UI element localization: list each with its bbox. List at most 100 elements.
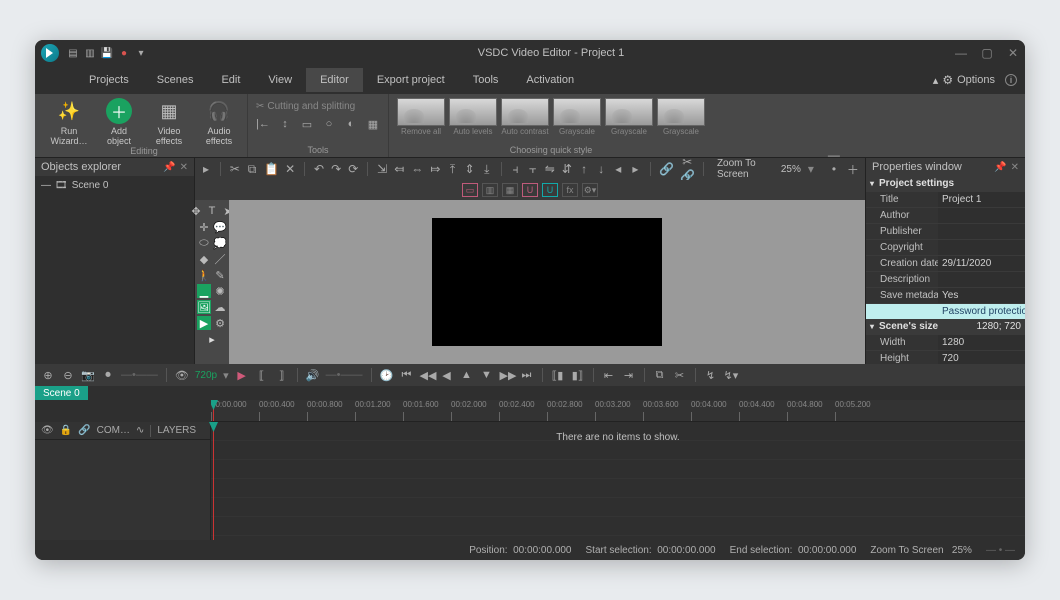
tl-split-icon[interactable]: ✂ bbox=[673, 369, 687, 382]
prop-row[interactable]: Save metadataYes bbox=[866, 287, 1025, 303]
menu-scenes[interactable]: Scenes bbox=[143, 68, 208, 92]
mode-fx-icon[interactable]: fx bbox=[562, 183, 578, 197]
resolution-badge[interactable]: 720p bbox=[195, 370, 217, 381]
tl-bracket1-icon[interactable]: ⟦ bbox=[255, 369, 269, 382]
tl-com-col[interactable]: COM… bbox=[97, 425, 130, 436]
tl-back-icon[interactable]: ◀ bbox=[440, 369, 454, 382]
panel-close-icon[interactable]: ✕ bbox=[180, 162, 188, 173]
line-tool-icon[interactable]: ／ bbox=[213, 252, 227, 266]
align-left-icon[interactable]: ⤆ bbox=[394, 162, 404, 176]
burst-tool-icon[interactable]: ✺ bbox=[213, 284, 227, 298]
maximize-button[interactable]: ▢ bbox=[981, 46, 993, 60]
tl-skipb-icon[interactable]: ⇤ bbox=[602, 369, 616, 382]
align-center-v-icon[interactable]: ⇕ bbox=[465, 162, 475, 176]
preview-canvas[interactable] bbox=[229, 200, 865, 364]
delete-icon[interactable]: ✕ bbox=[285, 162, 295, 176]
qa-dropdown-icon[interactable]: ▾ bbox=[135, 47, 147, 59]
menu-editor[interactable]: Editor bbox=[306, 68, 363, 92]
tl-skipf-icon[interactable]: ⇥ bbox=[622, 369, 636, 382]
collapse-ribbon-icon[interactable]: ▴ bbox=[933, 74, 939, 87]
hflip-icon[interactable]: ⇋ bbox=[545, 162, 555, 176]
tooltip-tool-icon[interactable]: 💬 bbox=[213, 220, 227, 234]
pin-icon[interactable]: 📌 bbox=[163, 162, 175, 173]
add-small-icon[interactable]: ＋ bbox=[847, 161, 859, 178]
move-down-icon[interactable]: ↓ bbox=[596, 162, 606, 176]
menu-projects[interactable]: Projects bbox=[75, 68, 143, 92]
tl-up-icon[interactable]: ▲ bbox=[460, 369, 474, 381]
tl-mark1-icon[interactable]: ⟦▮ bbox=[551, 369, 565, 382]
qa-record-icon[interactable]: ● bbox=[118, 47, 130, 59]
pen-tool-icon[interactable]: ✎ bbox=[213, 268, 227, 282]
tl-first-icon[interactable]: ⏮ bbox=[400, 369, 414, 382]
tl-vol-icon[interactable]: 🔊 bbox=[306, 369, 320, 382]
tl-play-icon[interactable]: ▶ bbox=[235, 369, 249, 382]
align-top-icon[interactable]: ⤒ bbox=[447, 162, 457, 177]
more-left-icon[interactable]: ◂ bbox=[613, 162, 623, 176]
menu-view[interactable]: View bbox=[254, 68, 306, 92]
timeline-ruler[interactable]: 00:00.00000:00.40000:00.80000:01.20000:0… bbox=[211, 400, 1025, 422]
walk-tool-icon[interactable]: 🚶 bbox=[197, 268, 211, 282]
tl-last-icon[interactable]: ⏭ bbox=[520, 369, 534, 382]
align-bottom-icon[interactable]: ⤓ bbox=[482, 162, 492, 177]
tl-crop-icon[interactable]: ⧉ bbox=[653, 369, 667, 382]
menu-export[interactable]: Export project bbox=[363, 68, 459, 92]
spray-tool-icon[interactable]: ☁ bbox=[213, 300, 227, 314]
tl-down-icon[interactable]: ▼ bbox=[480, 369, 494, 381]
add-object-button[interactable]: ＋ Add object bbox=[99, 98, 139, 146]
chart-tool-icon[interactable]: ▁ bbox=[197, 284, 211, 298]
tl-eye-icon[interactable]: 👁 bbox=[175, 369, 189, 382]
style-thumb-2[interactable]: Auto contrast bbox=[501, 98, 549, 138]
mode-gear-icon[interactable]: ⚙▾ bbox=[582, 183, 598, 197]
menu-edit[interactable]: Edit bbox=[207, 68, 254, 92]
mode-rect-icon[interactable]: ▭ bbox=[462, 183, 478, 197]
style-thumb-5[interactable]: Grayscale bbox=[657, 98, 705, 138]
tl-cam-icon[interactable]: 📷 bbox=[81, 369, 95, 382]
zoom-value[interactable]: 25% bbox=[781, 164, 801, 175]
tl-fwd-icon[interactable]: ▶▶ bbox=[500, 369, 514, 382]
unlink-icon[interactable]: ✂🔗 bbox=[680, 155, 694, 183]
tl-fx-icon[interactable]: ↯ bbox=[704, 369, 718, 382]
qa-save-icon[interactable]: 💾 bbox=[101, 47, 113, 59]
style-thumb-4[interactable]: Grayscale bbox=[605, 98, 653, 138]
timeline-scene-tab[interactable]: Scene 0 bbox=[35, 386, 88, 400]
cut-icon[interactable]: ✂ bbox=[230, 162, 240, 176]
mode-select-icon[interactable]: ▥ bbox=[482, 183, 498, 197]
menu-tools[interactable]: Tools bbox=[459, 68, 513, 92]
tl-lock-col-icon[interactable]: 🔒 bbox=[60, 425, 72, 436]
more-right-icon[interactable]: ▸ bbox=[630, 162, 640, 176]
tl-mark2-icon[interactable]: ▮⟧ bbox=[571, 369, 585, 382]
tl-prev-icon[interactable]: ◀◀ bbox=[420, 369, 434, 382]
expand-tools-icon[interactable]: ▸ bbox=[205, 332, 219, 346]
video-effects-button[interactable]: ▦ Video effects bbox=[149, 98, 189, 146]
tl-bracket2-icon[interactable]: ⟧ bbox=[275, 369, 289, 382]
mode-grid-icon[interactable]: ▦ bbox=[502, 183, 518, 197]
align-tool-icon[interactable]: ⇲ bbox=[377, 162, 387, 176]
dist-h-icon[interactable]: ⫞ bbox=[511, 162, 521, 177]
tl-eye-col-icon[interactable]: 👁 bbox=[41, 425, 54, 436]
prop-row[interactable]: Creation date29/11/2020 bbox=[866, 255, 1025, 271]
prop-row[interactable]: TitleProject 1 bbox=[866, 191, 1025, 207]
undo-icon[interactable]: ↶ bbox=[314, 162, 324, 176]
copy-icon[interactable]: ⧉ bbox=[247, 162, 257, 177]
refresh-icon[interactable]: ⟳ bbox=[348, 162, 358, 176]
mode-u1-icon[interactable]: U bbox=[522, 183, 538, 197]
ellipse-tool-icon[interactable]: ⬭ bbox=[197, 236, 211, 250]
paste-icon[interactable]: 📋 bbox=[264, 162, 278, 176]
gear-tool-icon[interactable]: ⚙ bbox=[213, 316, 227, 330]
prop-row[interactable]: Password protection bbox=[866, 303, 1025, 319]
mode-u2-icon[interactable]: U bbox=[542, 183, 558, 197]
play-tool-icon[interactable]: ▶ bbox=[197, 316, 211, 330]
redo-icon[interactable]: ↷ bbox=[331, 162, 341, 176]
tl-fx2-icon[interactable]: ↯▾ bbox=[724, 369, 738, 382]
tool-icon-2[interactable]: ↕ bbox=[278, 118, 292, 131]
tool-icon-4[interactable]: ○ bbox=[322, 118, 336, 131]
tl-layers-col[interactable]: LAYERS bbox=[157, 425, 196, 436]
qa-open-icon[interactable]: ▥ bbox=[84, 47, 96, 59]
options-label[interactable]: Options bbox=[957, 74, 995, 86]
align-center-h-icon[interactable]: ⇔ bbox=[411, 162, 423, 176]
tl-clock-icon[interactable]: 🕑 bbox=[380, 369, 394, 382]
tl-link-col-icon[interactable]: 🔗 bbox=[78, 425, 90, 436]
tool-icon-6[interactable]: ▦ bbox=[366, 118, 380, 131]
move-up-icon[interactable]: ↑ bbox=[579, 162, 589, 176]
tl-wave-col-icon[interactable]: ∿ bbox=[136, 425, 144, 436]
